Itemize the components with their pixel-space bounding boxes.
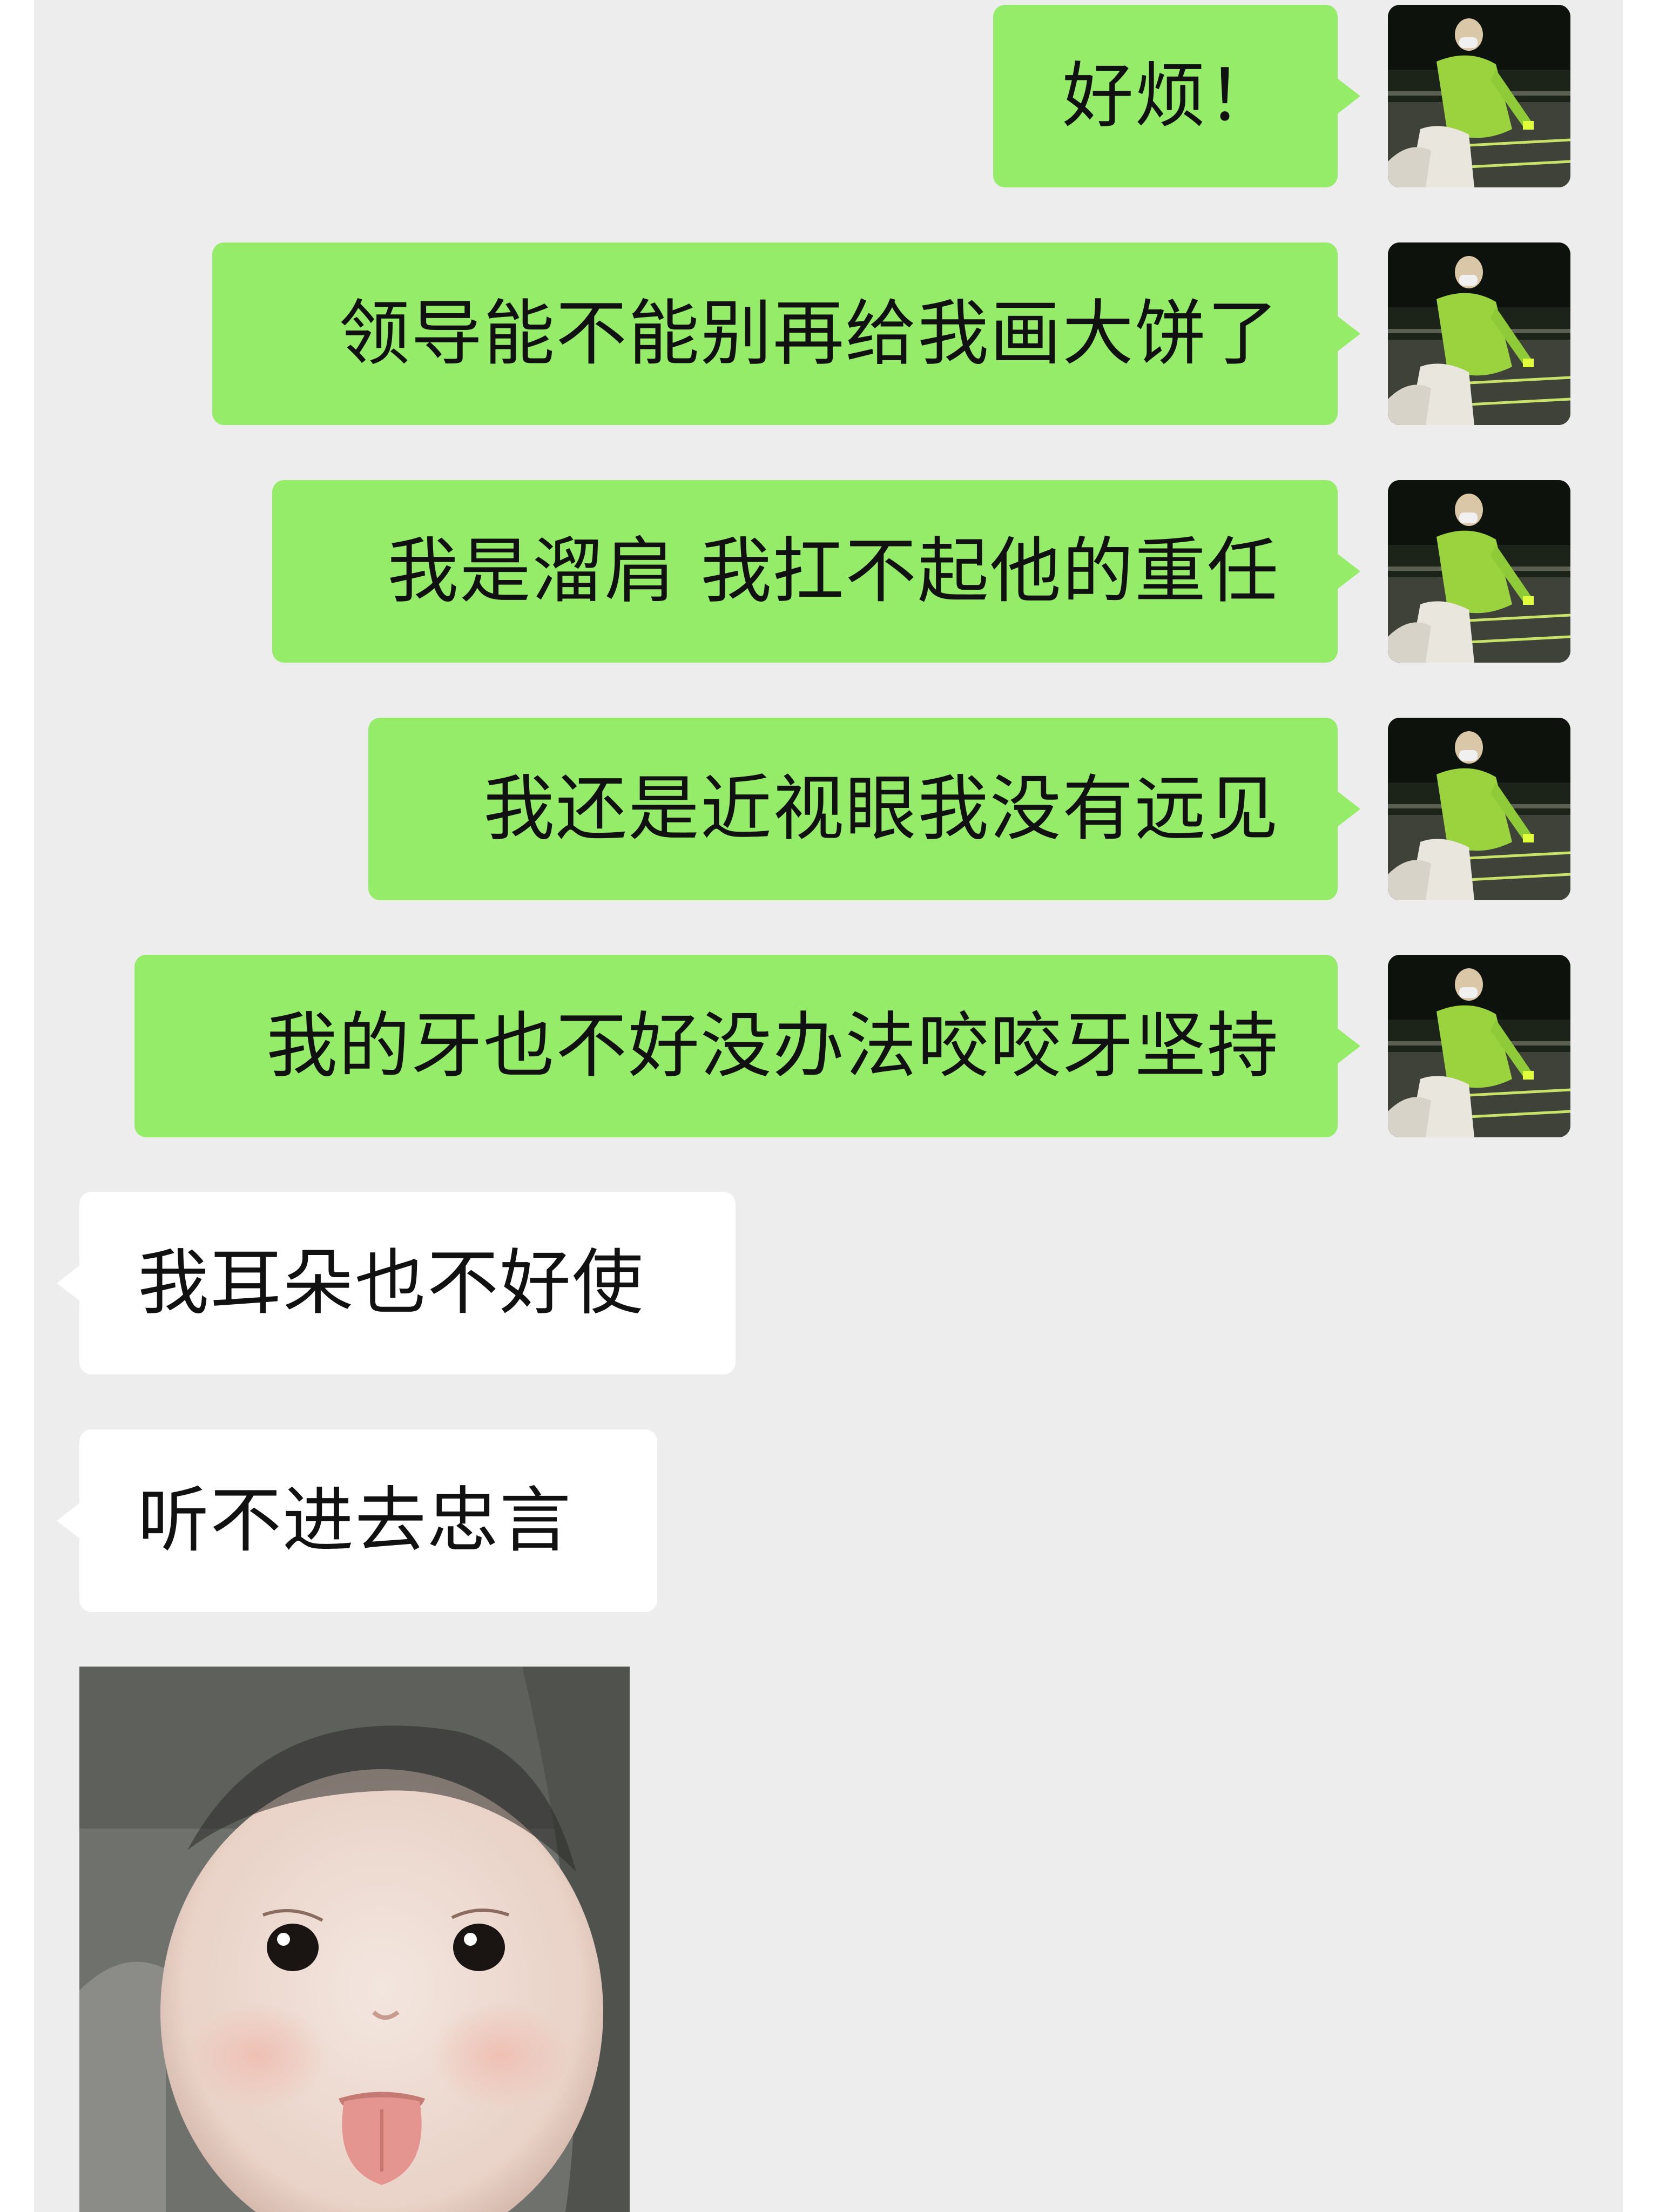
sent-message-row: 我还是近视眼我没有远见 [0,718,1659,900]
message-text: 我是溜肩 我扛不起他的重任 [387,530,1279,613]
user-avatar[interactable] [1388,480,1570,663]
message-text: 我还是近视眼我没有远见 [483,767,1279,851]
message-text: 好烦！ [1062,55,1279,138]
avatar-icon [1388,480,1570,663]
sent-message-row: 我是溜肩 我扛不起他的重任 [0,480,1659,663]
sent-message-row: 好烦！ [0,5,1659,187]
received-message-bubble[interactable]: 听不进去忠言 [57,1429,657,1612]
user-avatar[interactable] [1388,718,1570,900]
user-avatar[interactable] [1388,955,1570,1137]
received-message-row: 我耳朵也不好使 [57,1192,1159,1374]
user-avatar[interactable] [1388,242,1570,425]
sent-message-bubble[interactable]: 好烦！ [993,5,1360,187]
sent-message-bubble[interactable]: 我还是近视眼我没有远见 [368,718,1360,900]
received-message-bubble[interactable]: 我耳朵也不好使 [57,1192,736,1374]
user-avatar[interactable] [1388,5,1570,187]
received-message-row: 听不进去忠言 [57,1429,1159,1612]
avatar-icon [1388,718,1570,900]
sent-message-row: 我的牙也不好没办法咬咬牙坚持 [0,955,1659,1137]
message-text: 我耳朵也不好使 [138,1242,644,1325]
baby-tongue-sticker[interactable] [79,1667,630,2212]
message-text: 听不进去忠言 [138,1479,572,1562]
avatar-icon [1388,955,1570,1137]
sent-message-bubble[interactable]: 我是溜肩 我扛不起他的重任 [272,480,1360,663]
avatar-icon [1388,242,1570,425]
message-text: 领导能不能别再给我画大饼了 [339,292,1279,375]
baby-tongue-out-sticker-icon [79,1667,630,2212]
avatar-icon [1388,5,1570,187]
sent-message-row: 领导能不能别再给我画大饼了 [0,242,1659,425]
sent-message-bubble[interactable]: 我的牙也不好没办法咬咬牙坚持 [134,955,1360,1137]
sent-message-bubble[interactable]: 领导能不能别再给我画大饼了 [212,242,1360,425]
message-text: 我的牙也不好没办法咬咬牙坚持 [266,1004,1279,1088]
